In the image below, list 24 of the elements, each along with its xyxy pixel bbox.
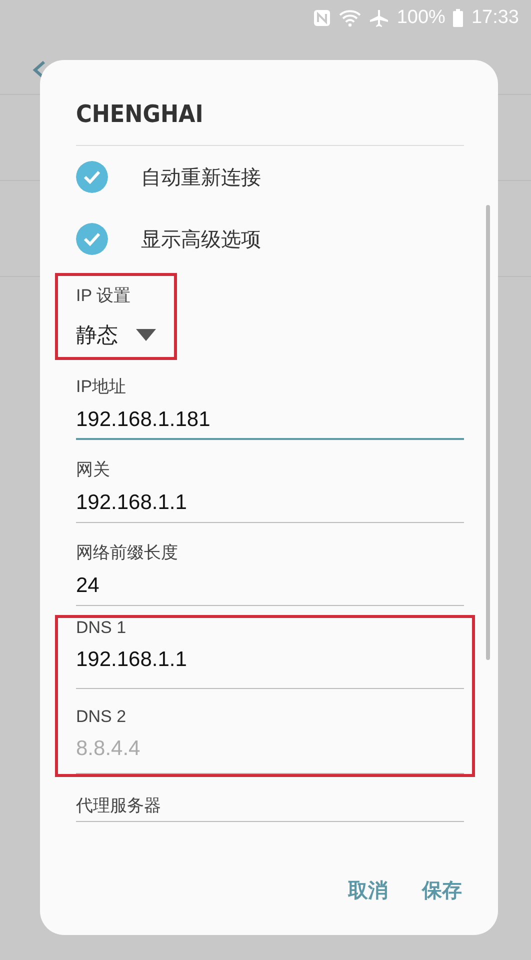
text-field[interactable]: IP地址 192.168.1.181 [76,357,464,440]
field-label: DNS 2 [76,707,128,727]
wifi-icon [338,9,361,27]
option-label: 自动重新连接 [141,166,261,190]
battery-icon [453,9,464,27]
ip-settings-dropdown[interactable]: 静态 [76,321,156,349]
proxy-label[interactable]: 代理服务器 [76,774,464,822]
option-label: 显示高级选项 [141,228,261,252]
scrollbar[interactable] [486,205,490,660]
text-field[interactable]: 网关 192.168.1.1 [76,440,464,523]
text-field[interactable]: 网络前缀长度 24 [76,523,464,606]
field-label: DNS 1 [76,618,128,638]
text-field[interactable]: DNS 2 8.8.4.4 [76,689,464,774]
ip-settings-label: IP 设置 [76,285,132,307]
checkbox[interactable] [76,223,108,255]
checkbox[interactable] [76,161,108,193]
field-label: 网关 [76,459,111,481]
field-label: 网络前缀长度 [76,542,179,564]
dropdown-caret-icon [136,329,156,341]
airplane-icon [368,9,389,27]
dialog-title: CHENGHAI [76,100,204,130]
nfc-icon [312,9,331,27]
text-field[interactable]: DNS 1 192.168.1.1 [76,618,464,689]
field-label: IP地址 [76,376,128,398]
